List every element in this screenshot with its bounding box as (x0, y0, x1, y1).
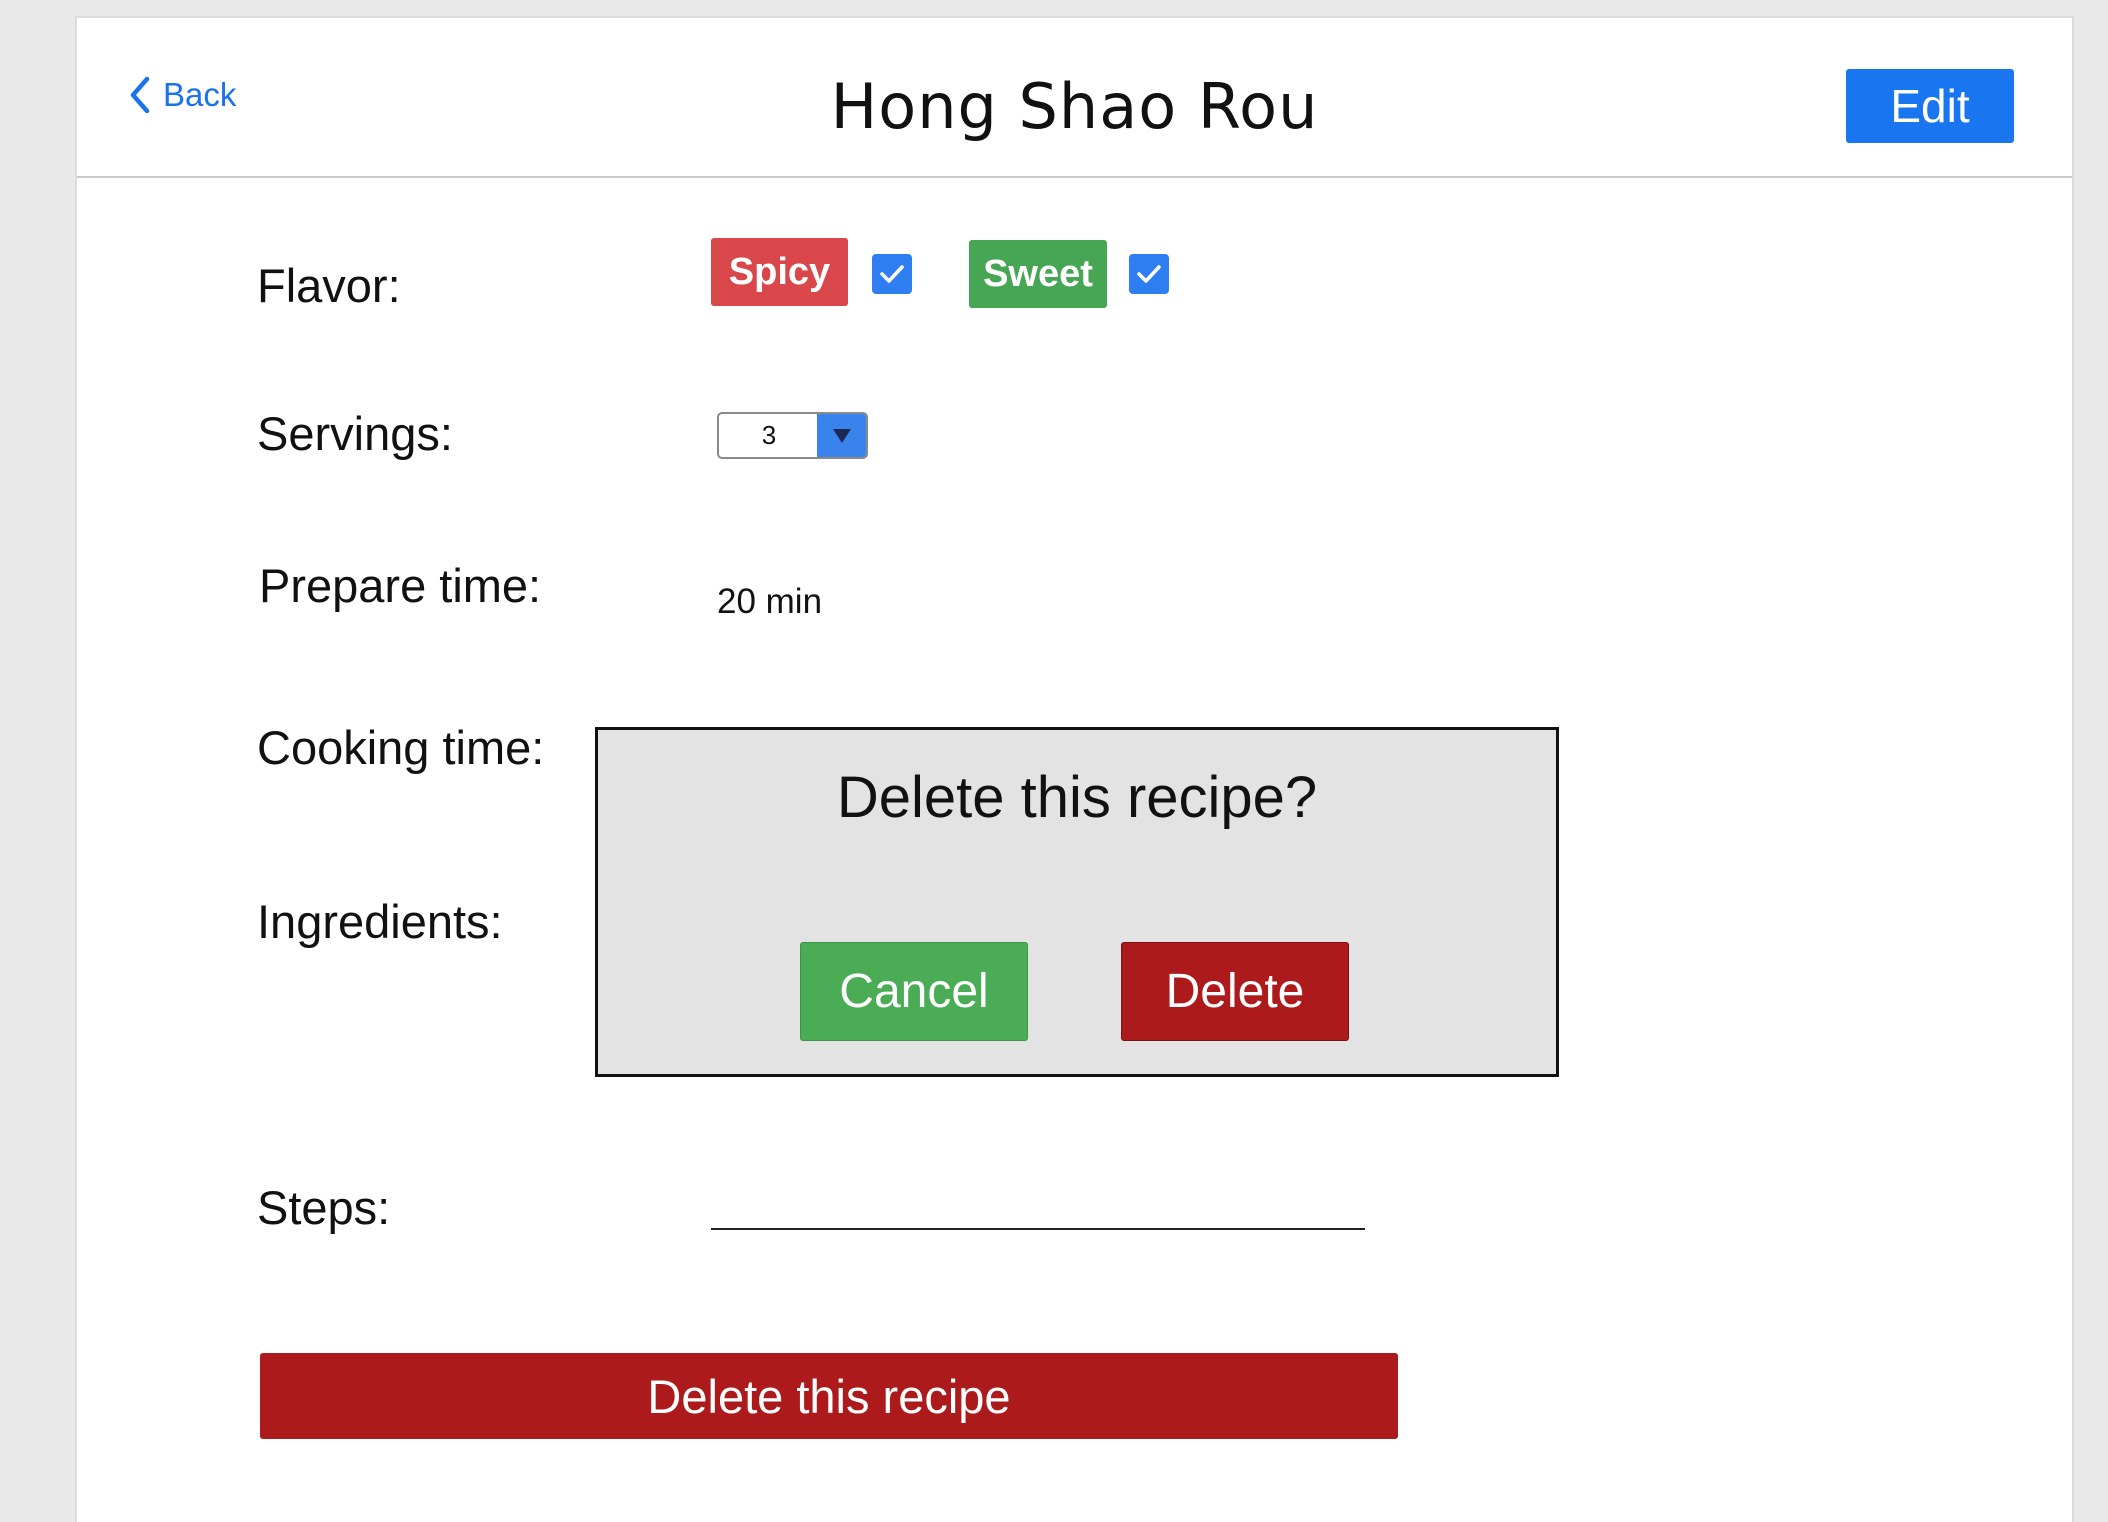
cancel-button[interactable]: Cancel (800, 942, 1028, 1041)
delete-recipe-button[interactable]: Delete this recipe (260, 1353, 1398, 1439)
app-window: Back Hong Shao Rou Edit Flavor: Spicy Sw… (75, 16, 2074, 1522)
servings-value: 3 (761, 420, 777, 450)
page-title: Hong Shao Rou (830, 70, 1319, 143)
servings-select[interactable]: 3 (717, 412, 868, 459)
steps-input[interactable] (711, 1228, 1365, 1230)
prepare-time-value: 20 min (717, 582, 823, 621)
servings-label: Servings: (257, 407, 453, 460)
ingredients-label: Ingredients: (257, 895, 503, 948)
spicy-checkbox[interactable] (872, 254, 912, 294)
dialog-title: Delete this recipe? (836, 765, 1318, 830)
prepare-time-label: Prepare time: (259, 559, 542, 612)
delete-confirmation-dialog: Delete this recipe? Cancel Delete (595, 727, 1559, 1077)
triangle-down-icon (832, 428, 851, 443)
flavor-label: Flavor: (257, 259, 401, 312)
chevron-left-icon (130, 76, 150, 114)
cooking-time-label: Cooking time: (257, 721, 545, 774)
steps-label: Steps: (257, 1181, 391, 1234)
dropdown-arrow (817, 414, 866, 457)
flavor-tag-sweet: Sweet (969, 240, 1107, 308)
checkmark-icon (880, 265, 904, 283)
navigation-header: Back Hong Shao Rou Edit (77, 18, 2072, 178)
sweet-checkbox[interactable] (1129, 254, 1169, 294)
edit-button[interactable]: Edit (1846, 69, 2014, 143)
checkmark-icon (1137, 265, 1161, 283)
back-button[interactable]: Back (129, 76, 236, 114)
flavor-tag-spicy: Spicy (711, 238, 848, 306)
confirm-delete-button[interactable]: Delete (1121, 942, 1349, 1041)
back-label: Back (163, 76, 237, 113)
